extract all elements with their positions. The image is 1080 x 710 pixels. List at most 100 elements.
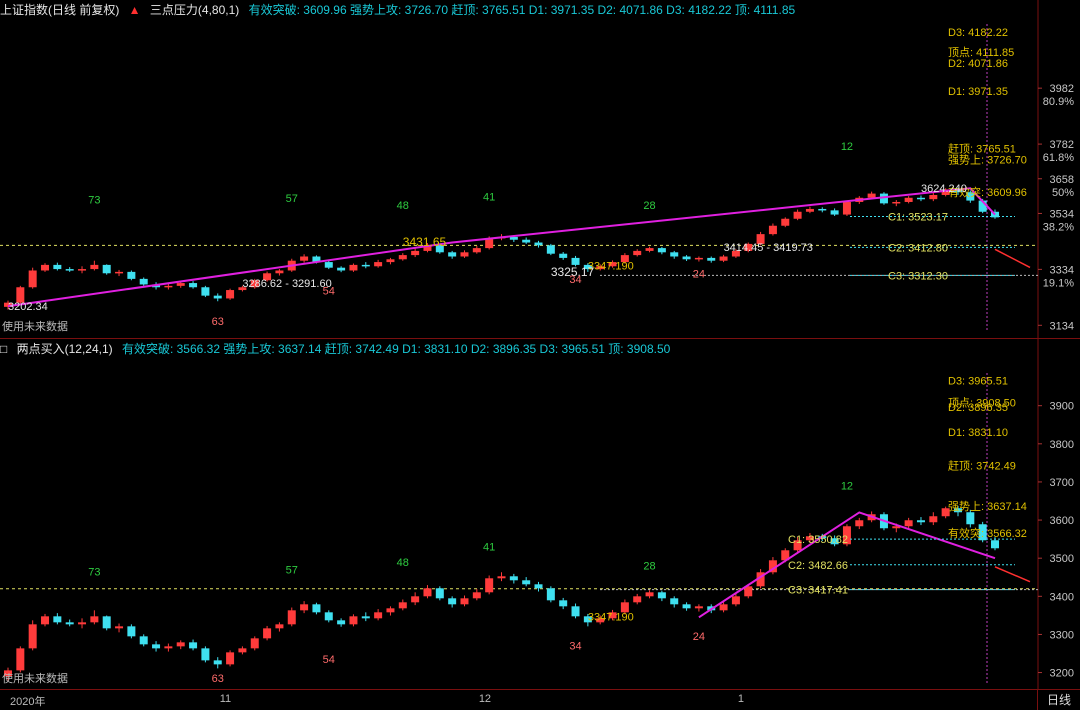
candle-body-22 — [275, 270, 284, 274]
candle-body-40 — [497, 576, 506, 579]
candle-body-13 — [164, 285, 173, 288]
candle-body-18 — [226, 290, 235, 299]
candle-body-30 — [374, 612, 383, 619]
y-tick-label-5: 3400 — [1050, 591, 1074, 603]
x-tick-label-2: 12 — [478, 693, 492, 705]
x-tick-label-1: 11 — [219, 693, 232, 705]
candle-body-13 — [164, 646, 173, 649]
y-tick-label-2: 3658 — [1050, 174, 1074, 186]
candle-body-38 — [472, 248, 481, 253]
candle-body-43 — [534, 584, 543, 589]
candle-body-4 — [53, 264, 62, 270]
candle-body-56 — [694, 606, 703, 609]
level-label-0: D3: 4182.22 — [948, 27, 1008, 39]
candle-body-29 — [361, 264, 370, 267]
candle-body-18 — [226, 652, 235, 665]
candle-body-15 — [189, 642, 198, 649]
y-tick-label-3: 3534 — [1050, 208, 1074, 220]
candle-body-54 — [670, 252, 679, 257]
candle-body-21 — [263, 628, 272, 639]
count-label-6: 63 — [212, 316, 224, 328]
candle-body-56 — [694, 257, 703, 260]
candle-body-27 — [337, 267, 346, 271]
candle-body-24 — [300, 604, 309, 611]
candle-body-10 — [127, 271, 136, 279]
candle-body-33 — [411, 596, 420, 603]
y-tick-pct-4: 19.1% — [1043, 277, 1074, 289]
candle-body-51 — [633, 250, 642, 256]
candle-body-9 — [115, 626, 124, 629]
c-level-label-2: C3: 3312.30 — [888, 270, 948, 282]
candle-body-64 — [793, 211, 802, 219]
candle-body-7 — [90, 616, 99, 623]
candle-body-28 — [349, 264, 358, 271]
candle-body-46 — [571, 257, 580, 265]
candle-body-11 — [139, 636, 148, 645]
annotation-2: 3431.65 — [403, 235, 447, 249]
candle-body-53 — [657, 248, 666, 253]
y-tick-label-0: 3982 — [1050, 83, 1074, 95]
candle-body-17 — [213, 295, 222, 299]
candle-body-2 — [28, 270, 37, 288]
candle-body-72 — [892, 201, 901, 204]
level-label-3: D1: 3971.35 — [948, 86, 1008, 98]
candle-body-16 — [201, 287, 210, 296]
candle-body-17 — [213, 660, 222, 665]
candle-body-23 — [287, 610, 296, 625]
candle-body-45 — [559, 253, 568, 258]
candle-body-58 — [719, 256, 728, 261]
count-label-4: 28 — [643, 200, 655, 212]
candle-body-52 — [645, 248, 654, 251]
candle-body-68 — [842, 201, 851, 215]
candle-body-57 — [707, 257, 716, 261]
candle-body-45 — [559, 600, 568, 607]
candle-body-69 — [855, 520, 864, 527]
x-tick-label-3: 1 — [737, 693, 745, 705]
level-label-1: 顶点: 4111.85 — [948, 46, 1014, 59]
candle-body-41 — [509, 576, 518, 581]
candle-body-80 — [991, 540, 999, 549]
candle-body-3 — [41, 616, 50, 625]
candle-body-75 — [929, 194, 938, 200]
c-level-label-1: C2: 3482.66 — [788, 560, 848, 572]
candle-body-74 — [916, 520, 925, 523]
candle-body-58 — [719, 604, 728, 611]
candle-body-63 — [781, 218, 790, 226]
candle-body-27 — [337, 620, 346, 625]
candle-body-46 — [571, 606, 580, 617]
candle-body-59 — [731, 596, 740, 605]
y-tick-label-1: 3782 — [1050, 139, 1074, 151]
x-tick-label-0: 2020年 — [10, 696, 46, 708]
candle-body-55 — [682, 256, 691, 260]
annotation-5: 3414.45 - 3419.73 — [724, 242, 813, 254]
y-tick-label-3: 3600 — [1050, 515, 1074, 527]
candle-body-34 — [423, 588, 432, 597]
bottom-chart-canvas[interactable]: 3900 3800 3700 3600 3500 3400 3300 3200 D3: 3965… — [0, 339, 1080, 690]
candle-body-5 — [65, 269, 74, 271]
candle-body-42 — [522, 239, 531, 243]
count-label-8: 34 — [569, 274, 581, 286]
annotation-0: 3202.34 — [8, 301, 48, 313]
level-label-5: 强势上: 3726.70 — [948, 154, 1027, 167]
count-label-5: 12 — [841, 141, 853, 153]
candle-body-14 — [176, 642, 185, 647]
candle-body-37 — [460, 252, 469, 257]
candle-body-22 — [275, 624, 284, 629]
c-level-label-1: C2: 3412.80 — [888, 242, 948, 254]
count-label-3: 41 — [483, 542, 495, 554]
top-chart-canvas[interactable]: 398280.9% 378261.8% 365850% 353438.2% 333419… — [0, 0, 1080, 338]
candle-body-8 — [102, 616, 111, 629]
count-label-8: 34 — [569, 641, 581, 653]
candle-body-26 — [324, 612, 333, 621]
count-label-7: 54 — [323, 285, 335, 297]
candle-body-31 — [386, 608, 395, 613]
candle-body-74 — [916, 197, 925, 200]
period-button[interactable]: 日线 — [1037, 690, 1080, 710]
candle-body-35 — [435, 588, 444, 599]
bottom-panel: □ 两点买入(12,24,1) 有效突破: 3566.32 强势上攻: 3637… — [0, 338, 1080, 690]
candle-body-42 — [522, 580, 531, 585]
candle-body-28 — [349, 616, 358, 625]
count-label-1: 57 — [286, 564, 298, 576]
y-tick-pct-2: 50% — [1052, 187, 1074, 199]
annotation-1: 3286.62 - 3291.60 — [242, 278, 331, 290]
